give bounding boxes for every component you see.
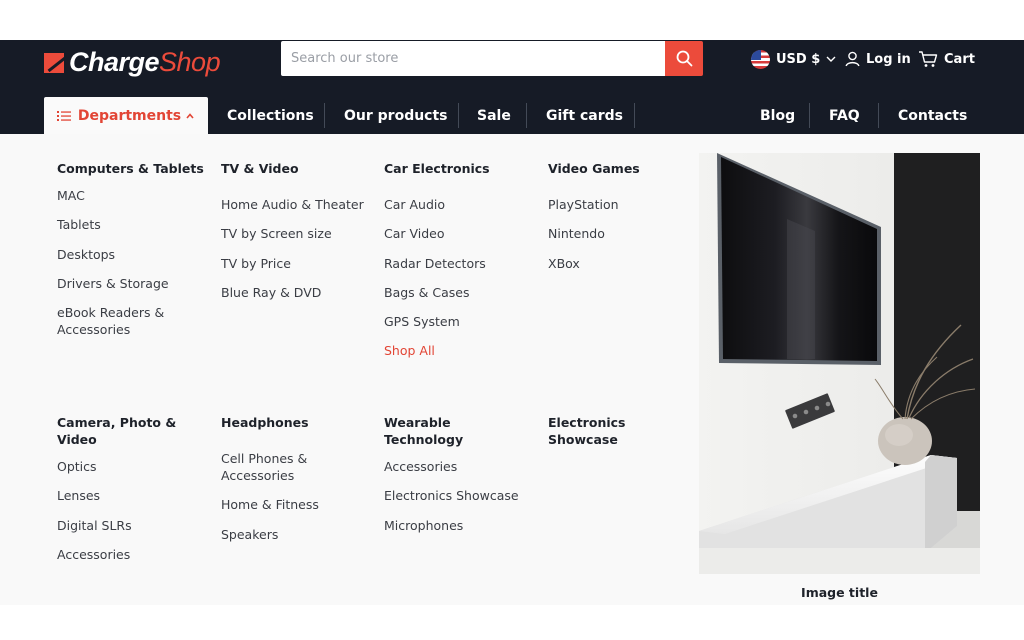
menu-link[interactable]: TV by Price: [221, 255, 371, 272]
main-nav: Departments Collections Our products Sal…: [0, 97, 1024, 134]
nav-divider: [809, 103, 810, 128]
menu-column-car-electronics: Car Electronics Car Audio Car Video Rada…: [384, 160, 534, 372]
search-button[interactable]: [665, 41, 703, 76]
menu-link[interactable]: Electronics Showcase: [384, 487, 534, 504]
promo-image-caption: Image title: [801, 585, 878, 600]
menu-column-title[interactable]: TV & Video: [221, 160, 371, 177]
menu-link[interactable]: Bags & Cases: [384, 284, 534, 301]
tv-room-illustration: [699, 153, 980, 574]
menu-link[interactable]: Drivers & Storage: [57, 275, 207, 292]
menu-column-title[interactable]: Video Games: [548, 160, 698, 177]
nav-divider: [526, 103, 527, 128]
menu-column-electronics-showcase: Electronics Showcase: [548, 414, 698, 448]
departments-label: Departments: [77, 107, 182, 124]
menu-column-wearable-technology: Wearable Technology Accessories Electron…: [384, 414, 534, 546]
nav-divider: [634, 103, 635, 128]
menu-link[interactable]: XBox: [548, 255, 698, 272]
menu-link[interactable]: Accessories: [384, 458, 534, 475]
menu-link[interactable]: Cell Phones & Accessories: [221, 450, 371, 484]
menu-column-computers-tablets: Computers & Tablets MAC Tablets Desktops…: [57, 160, 207, 350]
nav-faq[interactable]: FAQ: [829, 97, 860, 134]
menu-column-video-games: Video Games PlayStation Nintendo XBox: [548, 160, 698, 284]
logo[interactable]: ChargeShop: [44, 46, 221, 78]
menu-link[interactable]: eBook Readers & Accessories: [57, 304, 207, 338]
promo-image[interactable]: [699, 153, 980, 574]
nav-divider: [324, 103, 325, 128]
search-input[interactable]: [281, 41, 665, 76]
login-link[interactable]: Log in: [845, 47, 911, 71]
shop-all-link[interactable]: Shop All: [384, 342, 534, 359]
cart-label: Cart: [944, 51, 975, 67]
menu-link[interactable]: Blue Ray & DVD: [221, 284, 371, 301]
nav-contacts[interactable]: Contacts: [898, 97, 967, 134]
menu-link[interactable]: Digital SLRs: [57, 517, 207, 534]
menu-link[interactable]: Optics: [57, 458, 207, 475]
currency-label: USD $: [776, 51, 821, 67]
cart-icon: [919, 51, 938, 67]
menu-link[interactable]: Home Audio & Theater: [221, 196, 371, 213]
menu-column-title[interactable]: Wearable Technology: [384, 414, 534, 448]
menu-link[interactable]: Nintendo: [548, 225, 698, 242]
user-icon: [845, 51, 860, 67]
departments-tab[interactable]: Departments: [44, 97, 208, 134]
menu-link[interactable]: Tablets: [57, 216, 207, 233]
menu-link[interactable]: Accessories: [57, 546, 207, 563]
menu-link[interactable]: Home & Fitness: [221, 496, 371, 513]
menu-column-title[interactable]: Computers & Tablets: [57, 160, 207, 177]
chevron-up-icon: [186, 112, 194, 119]
logo-text-part1: Charge: [69, 46, 160, 77]
chevron-down-icon: [826, 56, 836, 62]
menu-link[interactable]: TV by Screen size: [221, 225, 371, 242]
search-icon: [676, 50, 692, 67]
menu-link[interactable]: Microphones: [384, 517, 534, 534]
menu-link[interactable]: Lenses: [57, 487, 207, 504]
menu-list-icon: [56, 110, 71, 121]
nav-sale[interactable]: Sale: [477, 97, 511, 134]
menu-column-tv-video: TV & Video Home Audio & Theater TV by Sc…: [221, 160, 371, 313]
nav-gift-cards[interactable]: Gift cards: [546, 97, 623, 134]
logo-mark-icon: [44, 53, 64, 73]
menu-column-headphones: Headphones Cell Phones & Accessories Hom…: [221, 414, 371, 555]
menu-link[interactable]: MAC: [57, 187, 207, 204]
menu-column-title[interactable]: Car Electronics: [384, 160, 534, 177]
menu-link[interactable]: GPS System: [384, 313, 534, 330]
nav-blog[interactable]: Blog: [760, 97, 795, 134]
us-flag-icon: [751, 49, 770, 69]
currency-selector[interactable]: USD $: [751, 47, 837, 71]
menu-link[interactable]: Car Video: [384, 225, 534, 242]
menu-link[interactable]: PlayStation: [548, 196, 698, 213]
menu-link[interactable]: Desktops: [57, 246, 207, 263]
menu-column-title[interactable]: Electronics Showcase: [548, 414, 698, 448]
logo-text-part2: Shop: [159, 46, 221, 77]
nav-divider: [878, 103, 879, 128]
menu-link[interactable]: Car Audio: [384, 196, 534, 213]
menu-link[interactable]: Speakers: [221, 526, 371, 543]
menu-column-title[interactable]: Camera, Photo & Video: [57, 414, 207, 448]
login-label: Log in: [866, 51, 911, 67]
menu-column-title[interactable]: Headphones: [221, 414, 371, 431]
search-bar: [281, 41, 703, 76]
cart-link[interactable]: Cart: [918, 47, 975, 71]
nav-our-products[interactable]: Our products: [344, 97, 448, 134]
menu-link[interactable]: Radar Detectors: [384, 255, 534, 272]
nav-divider: [458, 103, 459, 128]
nav-collections[interactable]: Collections: [227, 97, 314, 134]
menu-column-camera-photo: Camera, Photo & Video Optics Lenses Digi…: [57, 414, 207, 575]
logo-text: ChargeShop: [69, 46, 221, 78]
